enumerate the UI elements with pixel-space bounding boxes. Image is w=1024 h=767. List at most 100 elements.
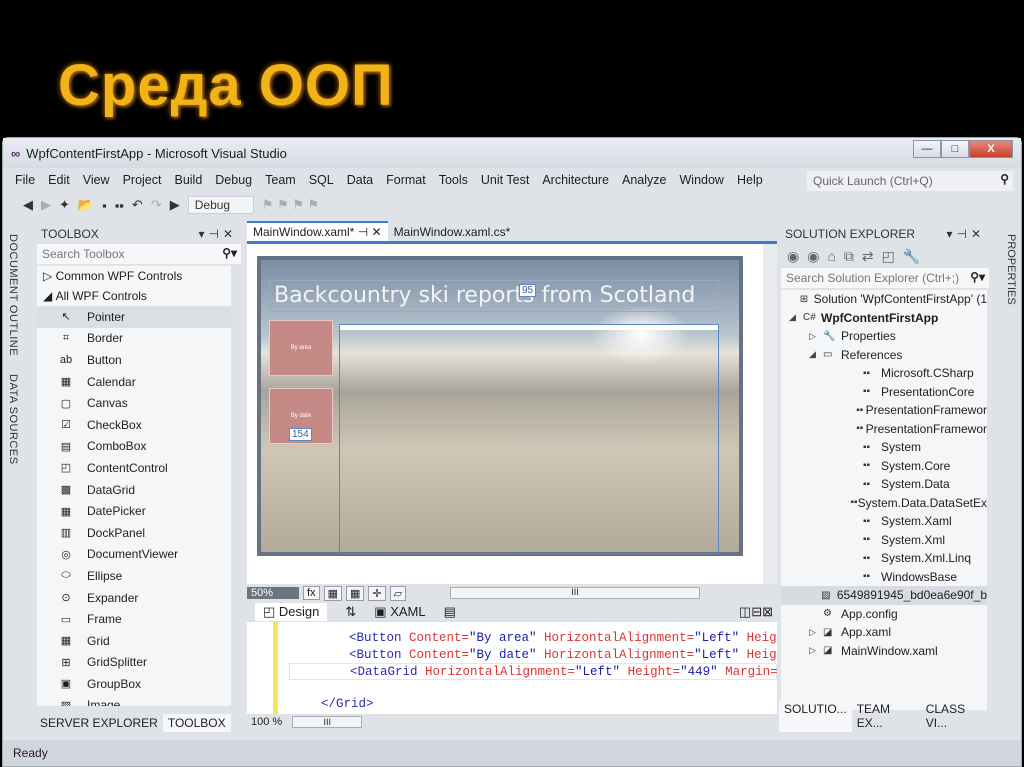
solution-node[interactable]: ▪▪ System: [781, 438, 987, 457]
solution-node[interactable]: ▪▪ PresentationFramewor: [781, 401, 987, 420]
expand-arrow-icon[interactable]: ▷: [809, 627, 823, 638]
tab-server-explorer[interactable]: SERVER EXPLORER: [35, 714, 163, 732]
by-area-button[interactable]: By area: [269, 320, 333, 376]
snap-lines-icon[interactable]: ✛: [368, 585, 386, 601]
menu-architecture[interactable]: Architecture: [542, 173, 609, 187]
expand-arrow-icon[interactable]: ▷: [809, 331, 823, 342]
solution-node[interactable]: ▷ ◪ App.xaml: [781, 623, 987, 642]
design-vertical-scrollbar[interactable]: [763, 244, 777, 584]
toolbox-item-documentviewer[interactable]: ◎ DocumentViewer: [37, 544, 231, 566]
properties-wrench-icon[interactable]: 🔧: [903, 248, 920, 265]
undo-icon[interactable]: ↶: [132, 197, 143, 213]
redo-icon[interactable]: ↷: [151, 197, 162, 213]
save-icon[interactable]: ▪: [102, 198, 107, 213]
solution-node[interactable]: ▪▪ System.Data.DataSetEx: [781, 494, 987, 513]
bookmark-icon[interactable]: ⚑ ⚑ ⚑ ⚑: [262, 197, 319, 213]
minimize-button[interactable]: —: [913, 140, 941, 158]
start-icon[interactable]: ▶: [170, 197, 180, 213]
solution-node[interactable]: ▪▪ WindowsBase: [781, 568, 987, 587]
toolbox-item-frame[interactable]: ▭ Frame: [37, 608, 231, 630]
toolbox-item-border[interactable]: ⌗ Border: [37, 328, 231, 350]
solution-node[interactable]: ▨ 6549891945_bd0ea6e90f_b: [781, 586, 987, 605]
back-icon[interactable]: ◉: [787, 248, 799, 265]
tab-mainwindow-xaml-cs[interactable]: MainWindow.xaml.cs*: [388, 223, 517, 241]
grid-snap-icon[interactable]: ▦: [345, 585, 365, 601]
design-tab[interactable]: ◰ Design: [255, 603, 328, 621]
annotation-icon[interactable]: ▱: [389, 585, 407, 601]
properties-vertical-tab[interactable]: PROPERTIES: [1005, 234, 1017, 305]
expand-arrow-icon[interactable]: ▷: [809, 645, 823, 656]
toolbox-item-pointer[interactable]: ↖ Pointer: [37, 306, 231, 328]
menu-data[interactable]: Data: [347, 173, 373, 187]
toolbox-item-datagrid[interactable]: ▩ DataGrid: [37, 479, 231, 501]
toolbox-item-groupbox[interactable]: ▣ GroupBox: [37, 673, 231, 695]
home-icon[interactable]: ⌂: [827, 248, 835, 264]
datagrid-selection[interactable]: [339, 324, 719, 554]
fx-icon[interactable]: fx: [303, 586, 320, 600]
toolbox-item-expander[interactable]: ⊙ Expander: [37, 587, 231, 609]
design-horizontal-scrollbar[interactable]: III: [450, 587, 701, 599]
solution-node[interactable]: ▪▪ System.Core: [781, 457, 987, 476]
menu-project[interactable]: Project: [123, 173, 162, 187]
menu-analyze[interactable]: Analyze: [622, 173, 666, 187]
panel-controls[interactable]: ▾⊣✕: [946, 227, 991, 241]
tab-mainwindow-xaml[interactable]: MainWindow.xaml* ⊣ ✕: [247, 221, 388, 241]
new-project-icon[interactable]: ✦: [59, 197, 70, 213]
toolbox-item-ellipse[interactable]: ⬭ Ellipse: [37, 565, 231, 587]
menu-edit[interactable]: Edit: [48, 173, 70, 187]
toolbox-item-button[interactable]: ab Button: [37, 349, 231, 371]
solution-node[interactable]: ▪▪ PresentationFramewor: [781, 420, 987, 439]
menu-window[interactable]: Window: [680, 173, 724, 187]
toolbox-search-input[interactable]: Search Toolbox ⚲▾: [37, 244, 241, 264]
toolbox-item-dockpanel[interactable]: ▥ DockPanel: [37, 522, 231, 544]
toolbox-item-grid[interactable]: ▦ Grid: [37, 630, 231, 652]
tab-class-view[interactable]: CLASS VI...: [921, 700, 991, 732]
split-layout-icons[interactable]: ◫⊟⊠: [739, 604, 777, 620]
design-surface[interactable]: Backcountry ski reports from Scotland By…: [247, 244, 777, 584]
panel-controls[interactable]: ▾⊣✕: [198, 227, 243, 241]
menu-team[interactable]: Team: [265, 173, 296, 187]
swap-panes-icon[interactable]: ⇅: [345, 604, 356, 620]
vtab-data-sources[interactable]: DATA SOURCES: [7, 374, 19, 465]
solution-node[interactable]: ⚙ App.config: [781, 605, 987, 624]
toolbox-item-canvas[interactable]: ▢ Canvas: [37, 392, 231, 414]
back-icon[interactable]: ◀: [23, 197, 33, 213]
tab-toolbox[interactable]: TOOLBOX: [162, 714, 231, 732]
solution-node[interactable]: ▷ ◪ MainWindow.xaml: [781, 642, 987, 661]
menu-debug[interactable]: Debug: [215, 173, 252, 187]
vtab-document-outline[interactable]: DOCUMENT OUTLINE: [7, 234, 19, 356]
solution-node[interactable]: ◢ ▭ References: [781, 346, 987, 365]
collapse-all-icon[interactable]: ⧉: [844, 248, 854, 265]
toolbox-group-common[interactable]: ▷ Common WPF Controls: [37, 266, 231, 286]
solution-node[interactable]: ◢ C# WpfContentFirstApp: [781, 309, 987, 328]
close-button[interactable]: X: [969, 140, 1013, 158]
menu-help[interactable]: Help: [737, 173, 763, 187]
save-all-icon[interactable]: ▪▪: [115, 198, 124, 213]
solution-node[interactable]: ▪▪ System.Data: [781, 475, 987, 494]
forward-icon[interactable]: ◉: [807, 248, 819, 265]
heading-textbox[interactable]: Backcountry ski reports from Scotland: [269, 280, 719, 312]
menu-tools[interactable]: Tools: [439, 173, 468, 187]
tab-team-explorer[interactable]: TEAM EX...: [852, 700, 921, 732]
collapse-pane-icon[interactable]: ▤: [444, 604, 456, 620]
toolbox-item-combobox[interactable]: ▤ ComboBox: [37, 436, 231, 458]
toolbox-group-all[interactable]: ◢ All WPF Controls: [37, 286, 231, 306]
toolbox-item-calendar[interactable]: ▦ Calendar: [37, 371, 231, 393]
code-zoom-dropdown[interactable]: 100 %: [251, 716, 282, 728]
menu-view[interactable]: View: [83, 173, 110, 187]
menu-build[interactable]: Build: [174, 173, 202, 187]
code-horizontal-scrollbar[interactable]: III: [292, 716, 363, 728]
solution-node[interactable]: ⊞ Solution 'WpfContentFirstApp' (1: [781, 290, 987, 309]
solution-search-input[interactable]: Search Solution Explorer (Ctrl+;) ⚲▾: [781, 268, 989, 288]
tab-solution-explorer[interactable]: SOLUTIO...: [779, 700, 852, 732]
config-dropdown[interactable]: Debug: [187, 196, 254, 214]
xaml-code-editor[interactable]: <Button Content="By area" HorizontalAlig…: [247, 622, 777, 714]
menu-file[interactable]: File: [15, 173, 35, 187]
menu-unit-test[interactable]: Unit Test: [481, 173, 529, 187]
xaml-tab[interactable]: ▣ XAML: [374, 604, 425, 620]
menu-format[interactable]: Format: [386, 173, 426, 187]
open-icon[interactable]: 📂: [78, 197, 94, 213]
quick-launch-input[interactable]: Quick Launch (Ctrl+Q) ⚲: [807, 171, 1013, 191]
show-all-files-icon[interactable]: ◰: [882, 248, 895, 265]
toolbox-item-image[interactable]: ▨ Image: [37, 695, 231, 706]
